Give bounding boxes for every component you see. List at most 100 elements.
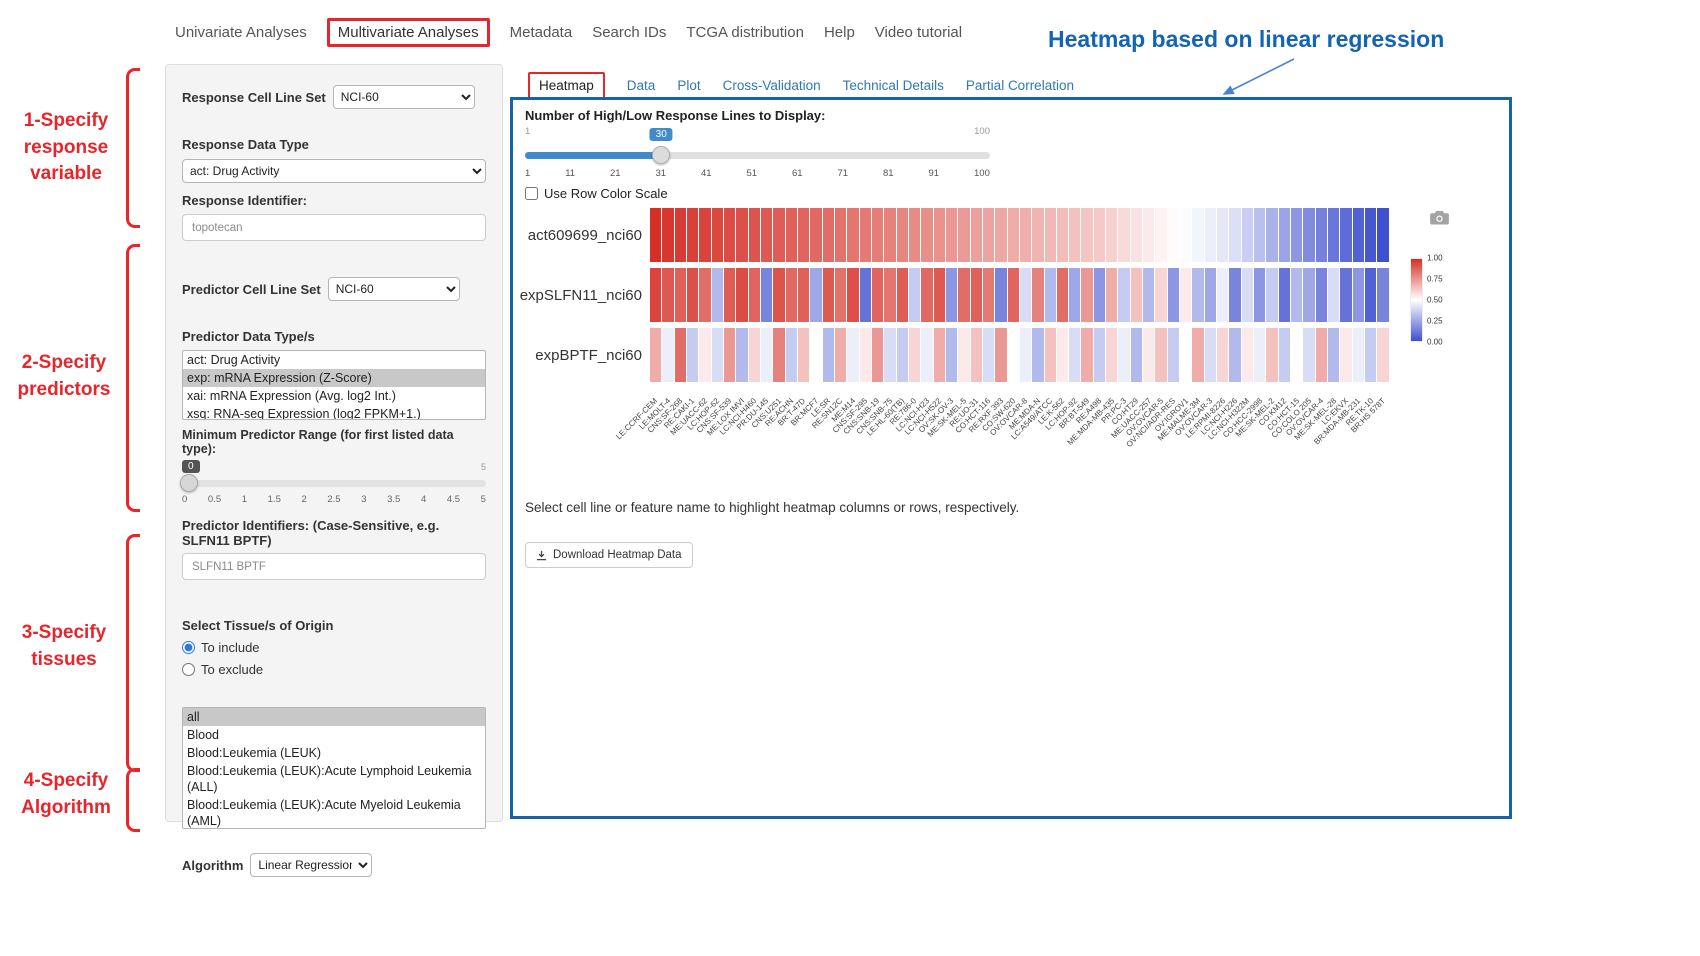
heatmap-cell — [983, 208, 994, 262]
tissue-include-radio[interactable] — [182, 641, 195, 654]
heatmap-row-label[interactable]: act609699_nci60 — [513, 208, 646, 262]
nav-item-help[interactable]: Help — [824, 24, 855, 41]
predictor-data-types-label: Predictor Data Type/s — [182, 329, 486, 344]
annotation-heading: Heatmap based on linear regression — [1048, 26, 1444, 53]
highlow-slider-handle[interactable] — [652, 146, 670, 164]
heatmap-cell — [958, 328, 969, 382]
response-cell-line-set-label: Response Cell Line Set — [182, 90, 326, 105]
min-predictor-range-slider[interactable]: 0 5 00.511.522.533.544.55 — [182, 460, 486, 508]
heatmap-cell — [1266, 328, 1277, 382]
response-data-type-label: Response Data Type — [182, 137, 486, 152]
nav-item-search-ids[interactable]: Search IDs — [592, 24, 666, 41]
tissue-listbox[interactable]: allBloodBlood:Leukemia (LEUK)Blood:Leuke… — [182, 707, 486, 829]
heatmap-cell — [749, 268, 760, 322]
heatmap-cell — [1155, 328, 1166, 382]
heatmap-cell — [921, 208, 932, 262]
tab-heatmap[interactable]: Heatmap — [528, 72, 605, 99]
nav-item-multivariate-analyses[interactable]: Multivariate Analyses — [327, 18, 490, 47]
nav-item-video-tutorial[interactable]: Video tutorial — [875, 24, 962, 41]
heatmap-cell — [1229, 328, 1240, 382]
predictor-cell-line-set-select[interactable]: NCI-60 — [328, 277, 460, 301]
step3-bracket — [126, 534, 140, 772]
download-heatmap-data-button[interactable]: Download Heatmap Data — [525, 542, 693, 568]
heatmap-cell — [675, 328, 686, 382]
heatmap-row-label[interactable]: expBPTF_nci60 — [513, 328, 646, 382]
heatmap-cell — [687, 208, 698, 262]
tab-partial-correlation[interactable]: Partial Correlation — [966, 78, 1074, 93]
highlow-tick-label: 100 — [974, 168, 990, 179]
row-color-scale-checkbox[interactable] — [525, 187, 538, 200]
predictor-data-types-listbox[interactable]: act: Drug Activityexp: mRNA Expression (… — [182, 350, 486, 420]
nav-item-univariate-analyses[interactable]: Univariate Analyses — [175, 24, 307, 41]
heatmap-cell — [1353, 208, 1364, 262]
highlow-slider[interactable]: 1 100 30 1112131415161718191100 — [525, 126, 990, 184]
heatmap-cell — [1217, 328, 1228, 382]
predictor-identifiers-input[interactable] — [182, 553, 486, 580]
heatmap-cell — [1131, 268, 1142, 322]
heatmap-cell — [1131, 208, 1142, 262]
heatmap-cell — [1279, 328, 1290, 382]
heatmap-cell — [1205, 328, 1216, 382]
heatmap-cell — [699, 268, 710, 322]
heatmap-cell — [1229, 208, 1240, 262]
heatmap-cell — [1045, 328, 1056, 382]
heatmap-cell — [847, 268, 858, 322]
camera-download-plot-icon[interactable] — [1430, 210, 1449, 225]
tissue-option[interactable]: Blood:Leukemia (LEUK) — [183, 744, 485, 762]
response-cell-line-set-select[interactable]: NCI-60 — [333, 85, 475, 109]
tissue-option[interactable]: Blood — [183, 726, 485, 744]
response-data-type-select[interactable]: act: Drug Activity — [182, 159, 486, 183]
tissue-option[interactable]: all — [183, 708, 485, 726]
step3-label: 3-Specify tissues — [8, 620, 120, 673]
response-identifier-input[interactable] — [182, 214, 486, 241]
predictor-data-type-option[interactable]: exp: mRNA Expression (Z-Score) — [183, 369, 485, 387]
highlow-slider-label: Number of High/Low Response Lines to Dis… — [525, 108, 825, 123]
heatmap-cell — [1242, 208, 1253, 262]
tab-cross-validation[interactable]: Cross-Validation — [723, 78, 821, 93]
tissue-option[interactable]: Blood:Leukemia (LEUK):Acute Myeloid Leuk… — [183, 796, 485, 829]
heatmap-cell — [1032, 208, 1043, 262]
heatmap-cell — [675, 208, 686, 262]
highlow-slider-ticks: 1112131415161718191100 — [525, 168, 990, 179]
heatmap-cell — [946, 208, 957, 262]
algorithm-select[interactable]: Linear Regression — [250, 853, 372, 877]
heatmap-cell — [1180, 268, 1191, 322]
colorbar-tick-label: 0.25 — [1427, 317, 1443, 326]
heatmap-cell — [761, 328, 772, 382]
heatmap-row-label[interactable]: expSLFN11_nci60 — [513, 268, 646, 322]
tab-plot[interactable]: Plot — [677, 78, 700, 93]
tissue-option[interactable]: Blood:Leukemia (LEUK):Acute Lymphoid Leu… — [183, 762, 485, 796]
heatmap-cell — [1057, 328, 1068, 382]
tissue-exclude-radio[interactable] — [182, 663, 195, 676]
nav-item-metadata[interactable]: Metadata — [510, 24, 573, 41]
heatmap-cell — [884, 208, 895, 262]
heatmap-cell — [995, 328, 1006, 382]
heatmap-cell — [761, 268, 772, 322]
tissue-exclude-label[interactable]: To exclude — [201, 662, 263, 677]
heatmap-cell — [749, 328, 760, 382]
heatmap-cell — [1020, 328, 1031, 382]
tab-technical-details[interactable]: Technical Details — [843, 78, 944, 93]
heatmap-cell — [1155, 208, 1166, 262]
heatmap-cell — [675, 268, 686, 322]
nav-item-tcga-distribution[interactable]: TCGA distribution — [686, 24, 804, 41]
heatmap-cell — [1242, 328, 1253, 382]
heatmap-cell — [1069, 268, 1080, 322]
predictor-data-type-option[interactable]: act: Drug Activity — [183, 351, 485, 369]
min-predictor-range-track[interactable] — [182, 480, 486, 487]
heatmap-cell — [1279, 208, 1290, 262]
heatmap-cell — [1365, 208, 1376, 262]
predictor-data-type-option[interactable]: xsq: RNA-seq Expression (log2 FPKM+1.) — [183, 405, 485, 420]
step4-label: 4-Specify Algorithm — [10, 768, 122, 821]
tab-data[interactable]: Data — [627, 78, 656, 93]
predictor-data-type-option[interactable]: xai: mRNA Expression (Avg. log2 Int.) — [183, 387, 485, 405]
heatmap-cell — [1192, 328, 1203, 382]
highlow-slider-track[interactable] — [525, 152, 990, 159]
highlow-tick-label: 51 — [747, 168, 758, 179]
heatmap-colorbar — [1410, 258, 1423, 342]
tissue-include-label[interactable]: To include — [201, 640, 260, 655]
min-predictor-range-handle[interactable] — [180, 474, 198, 492]
row-color-scale-label[interactable]: Use Row Color Scale — [544, 186, 668, 201]
heatmap-cell — [1303, 328, 1314, 382]
heatmap-cell — [1057, 208, 1068, 262]
